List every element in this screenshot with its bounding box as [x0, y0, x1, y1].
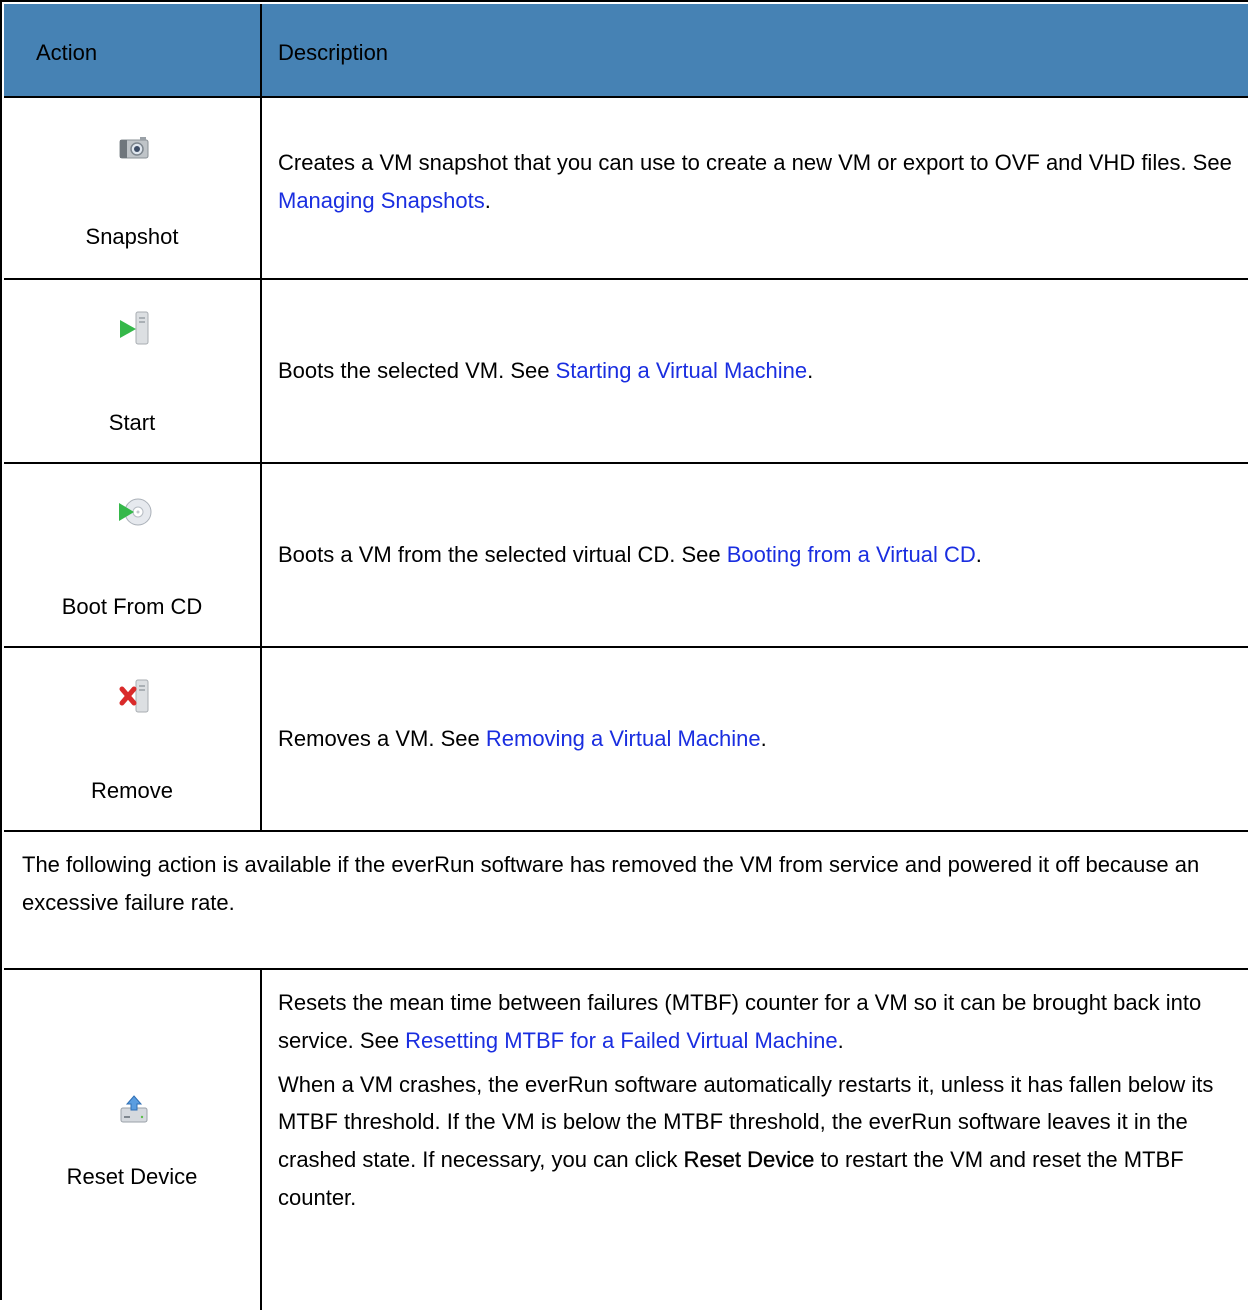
link-managing-snapshots[interactable]: Managing Snapshots [278, 188, 485, 213]
description-cell: Resets the mean time between failures (M… [278, 984, 1240, 1223]
action-label: Snapshot [85, 224, 179, 249]
link-booting-virtual-cd[interactable]: Booting from a Virtual CD [727, 542, 976, 567]
action-cell: Snapshot [4, 96, 260, 278]
camera-icon[interactable] [114, 128, 154, 168]
table-row: Remove Removes a VM. See Removing a Virt… [4, 648, 1248, 832]
remove-server-icon[interactable] [114, 676, 154, 716]
note-row: The following action is available if the… [4, 832, 1248, 970]
description-text-end: . [975, 542, 982, 567]
column-divider [260, 648, 262, 830]
column-divider [260, 4, 262, 96]
note-text: The following action is available if the… [22, 852, 1200, 915]
table-row: Boot From CD Boots a VM from the selecte… [4, 464, 1248, 648]
description-text-end: . [837, 1027, 844, 1053]
action-label: Start [108, 410, 156, 435]
header-action: Action [36, 40, 98, 65]
description-cell: Creates a VM snapshot that you can use t… [278, 144, 1240, 220]
link-removing-vm[interactable]: Removing a Virtual Machine [486, 726, 761, 751]
description-text: Removes a VM. See [278, 726, 486, 751]
description-text: Creates a VM snapshot that you can use t… [278, 150, 1232, 175]
column-divider [260, 280, 262, 462]
description-cell: Boots a VM from the selected virtual CD.… [278, 536, 1240, 574]
action-table: Action Description Snapshot Creates a VM… [0, 0, 1248, 1310]
boot-cd-icon[interactable] [114, 492, 154, 532]
description-text: Boots a VM from the selected virtual CD.… [278, 542, 727, 567]
description-paragraph: Resets the mean time between failures (M… [278, 984, 1240, 1060]
action-label: Remove [91, 778, 173, 803]
description-cell: Removes a VM. See Removing a Virtual Mac… [278, 720, 1240, 758]
action-cell: Remove [4, 648, 260, 830]
table-row: Reset Device Resets the mean time betwee… [4, 970, 1248, 1310]
reset-device-icon[interactable] [114, 1090, 154, 1130]
link-starting-vm[interactable]: Starting a Virtual Machine [556, 358, 808, 383]
table-row: Snapshot Creates a VM snapshot that you … [4, 96, 1248, 280]
action-cell: Reset Device [4, 970, 260, 1310]
link-resetting-mtbf[interactable]: Resetting MTBF for a Failed Virtual Mach… [405, 1028, 837, 1053]
table-row: Start Boots the selected VM. See Startin… [4, 280, 1248, 464]
action-label: Reset Device [66, 1164, 198, 1189]
play-server-icon[interactable] [114, 308, 154, 348]
action-cell: Boot From CD [4, 464, 260, 646]
column-divider [260, 970, 262, 1310]
description-cell: Boots the selected VM. See Starting a Vi… [278, 352, 1240, 390]
table-header: Action Description [4, 4, 1248, 98]
header-description: Description [278, 40, 389, 65]
description-paragraph: When a VM crashes, the everRun software … [278, 1066, 1240, 1217]
column-divider [260, 464, 262, 646]
description-text-end: . [484, 187, 491, 213]
description-text-end: . [807, 358, 814, 383]
action-cell: Start [4, 280, 260, 462]
bold-reset-device: Reset Device [683, 1147, 815, 1173]
description-text-end: . [760, 726, 767, 751]
action-label: Boot From CD [61, 594, 203, 619]
description-text: Boots the selected VM. See [278, 358, 556, 383]
column-divider [260, 96, 262, 278]
